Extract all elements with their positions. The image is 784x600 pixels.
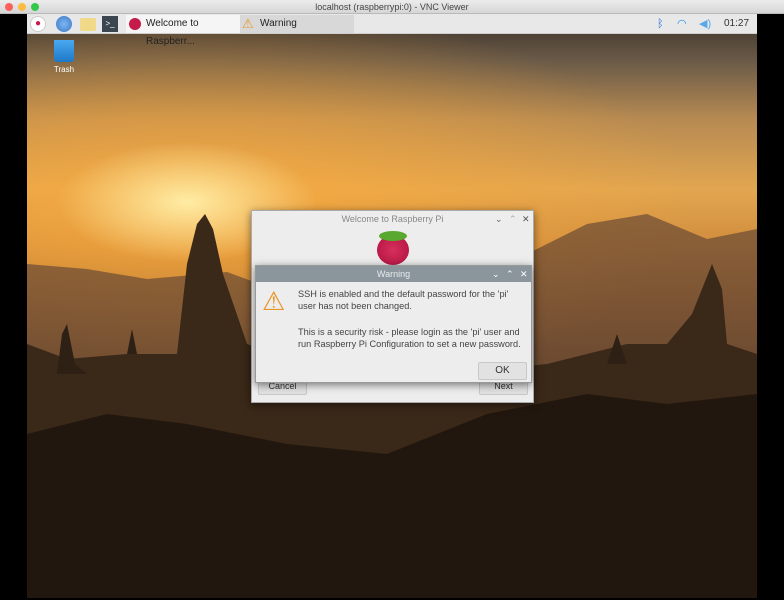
task-warning[interactable]: ⚠ Warning [240,15,354,33]
file-manager-icon[interactable] [80,18,96,31]
raspberry-leaves [379,231,407,241]
remote-desktop[interactable]: ● >_ Welcome to Raspberr... ⚠ Warning ᛒ … [27,14,757,598]
warning-message-1: SSH is enabled and the default password … [298,289,509,311]
terminal-icon[interactable]: >_ [102,16,118,32]
wifi-icon[interactable]: ◠ [677,16,687,32]
raspberry-icon [129,18,141,30]
close-window-button[interactable] [5,3,13,11]
vnc-window-titlebar[interactable]: localhost (raspberrypi:0) - VNC Viewer [0,0,784,14]
welcome-title: Welcome to Raspberry Pi [341,214,444,224]
warning-message-2: This is a security risk - please login a… [298,327,521,349]
task-label: Welcome to Raspberr... [146,18,199,47]
window-title: localhost (raspberrypi:0) - VNC Viewer [315,2,469,12]
warning-icon: ⚠ [242,16,254,31]
raspberry-menu-icon[interactable]: ● [30,16,46,32]
ok-button[interactable]: OK [478,362,527,380]
close-icon[interactable]: ✕ [522,211,530,227]
warning-title: Warning [376,269,411,279]
close-icon[interactable]: ✕ [520,266,528,282]
taskbar: ● >_ Welcome to Raspberr... ⚠ Warning ᛒ … [27,14,757,47]
bluetooth-icon[interactable]: ᛒ [657,16,664,32]
trash-icon [54,40,74,62]
minimize-window-button[interactable] [18,3,26,11]
zoom-window-button[interactable] [31,3,39,11]
trash-label: Trash [53,65,75,74]
task-welcome[interactable]: Welcome to Raspberr... [126,15,240,47]
warning-dialog: Warning ⌄ ⌃ ✕ ⚠ SSH is enabled and the d… [255,265,532,383]
maximize-icon[interactable]: ⌃ [509,211,517,227]
maximize-icon[interactable]: ⌃ [506,266,514,282]
task-label: Warning [260,18,297,29]
minimize-icon[interactable]: ⌄ [492,266,500,282]
web-browser-icon[interactable] [56,16,72,32]
warning-icon: ⚠ [262,286,286,316]
desktop-icon-trash[interactable]: Trash [49,40,79,74]
minimize-icon[interactable]: ⌄ [495,211,503,227]
welcome-titlebar[interactable]: Welcome to Raspberry Pi ⌄ ⌃ ✕ [252,211,533,227]
clock: 01:27 [724,18,750,29]
warning-titlebar[interactable]: Warning ⌄ ⌃ ✕ [256,266,531,282]
volume-icon[interactable]: ◀) [699,16,711,32]
